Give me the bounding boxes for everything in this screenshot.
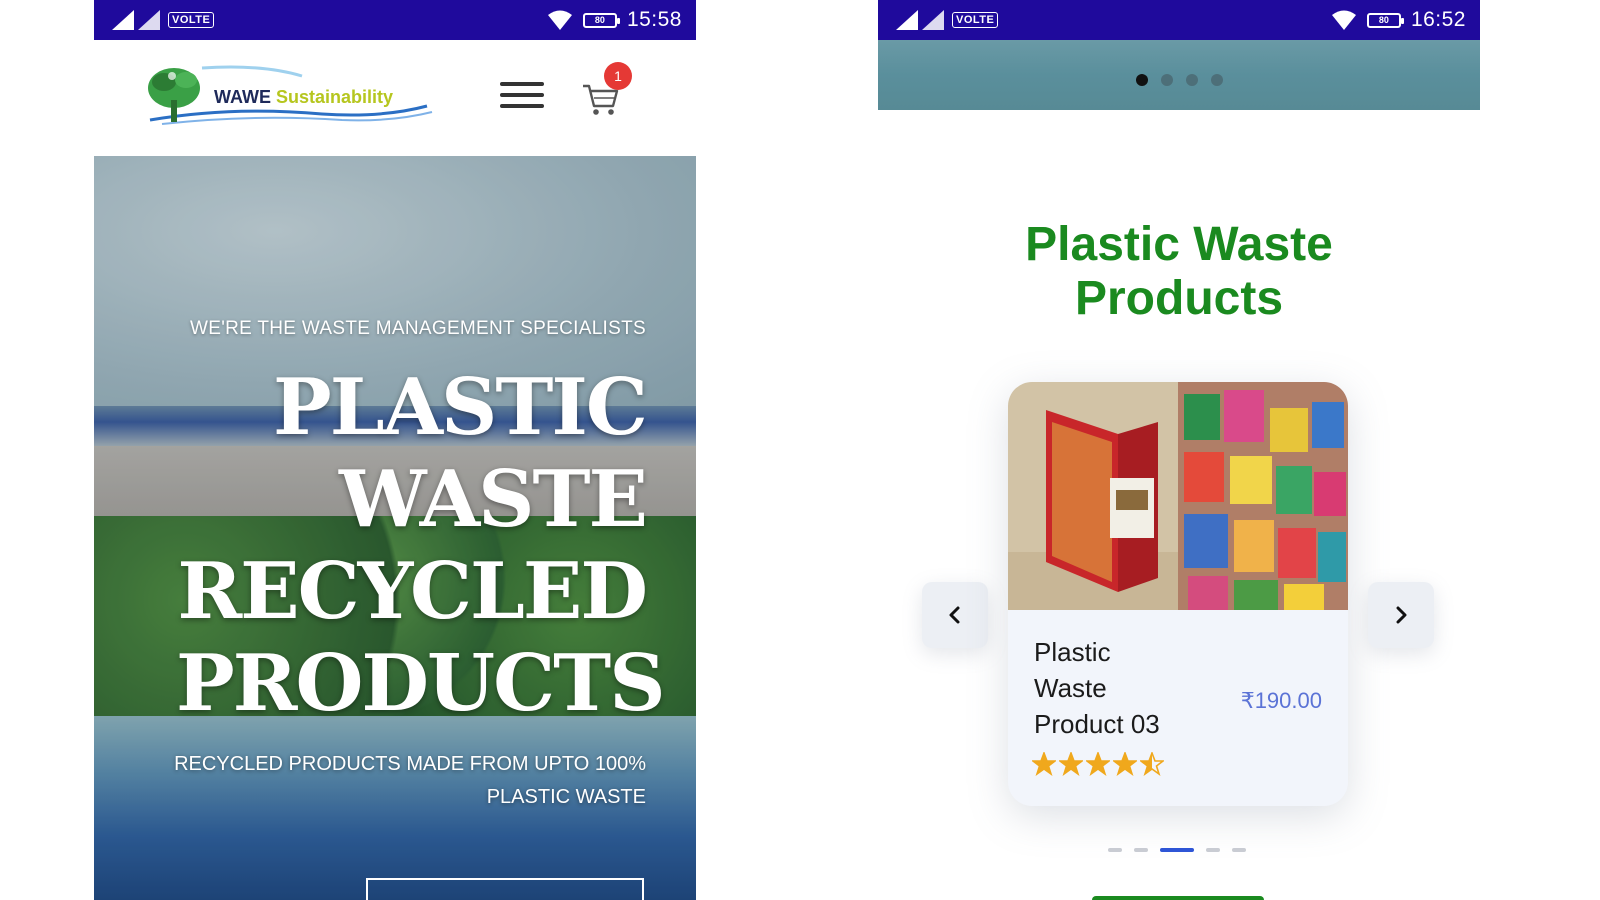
carousel-pagination: [1108, 848, 1246, 852]
product-name-line: Plastic: [1034, 637, 1111, 667]
menu-line: [500, 82, 544, 86]
signal-icon: [922, 10, 944, 30]
status-right: 80 16:52: [1331, 8, 1466, 32]
slider-dot[interactable]: [1161, 74, 1173, 86]
wifi-icon: [547, 10, 572, 30]
carousel-dot[interactable]: [1134, 848, 1148, 852]
cart-count-badge: 1: [604, 62, 632, 90]
carousel-dot[interactable]: [1108, 848, 1122, 852]
logo-text: WAWE Sustainability: [214, 87, 393, 108]
star-icon: [1032, 752, 1056, 776]
slider-dot[interactable]: [1186, 74, 1198, 86]
carousel-dot[interactable]: [1160, 848, 1194, 852]
volte-badge: VOLTE: [952, 12, 999, 28]
status-left: VOLTE: [896, 8, 999, 32]
chevron-right-icon: [1396, 606, 1407, 624]
slider-dots: [1136, 74, 1223, 86]
product-price: ₹190.00: [1240, 688, 1322, 713]
status-bar: VOLTE 80 16:52: [878, 0, 1480, 40]
logo-tagline-word: Sustainability: [276, 87, 394, 107]
product-name: Plastic Waste Product 03: [1034, 634, 1204, 742]
view-all-button[interactable]: [1092, 896, 1264, 900]
hero-banner: WE'RE THE WASTE MANAGEMENT SPECIALISTS P…: [94, 156, 696, 900]
carousel-dot[interactable]: [1232, 848, 1246, 852]
hero-title-line: PLASTIC: [273, 362, 648, 453]
battery-icon: 80: [1366, 12, 1404, 28]
hero-subtitle-line: RECYCLED PRODUCTS MADE FROM UPTO 100%: [174, 753, 646, 775]
carousel-prev-button[interactable]: [922, 582, 988, 648]
hero-title-line: PRODUCTS: [176, 638, 666, 729]
app-header: WAWE Sustainability 1: [94, 40, 696, 156]
chevron-left-icon: [949, 606, 960, 624]
slider-dot[interactable]: [1136, 74, 1148, 86]
signal-icon: [138, 10, 160, 30]
hero-cta-button[interactable]: [366, 878, 644, 900]
product-name-line: Product 03: [1034, 709, 1160, 739]
menu-line: [500, 104, 544, 108]
star-icon: [1140, 752, 1164, 776]
menu-icon[interactable]: [500, 82, 544, 114]
volte-badge: VOLTE: [168, 12, 215, 28]
battery-icon: 80: [582, 12, 620, 28]
section-title-line: Products: [1074, 272, 1284, 325]
hero-kicker: WE'RE THE WASTE MANAGEMENT SPECIALISTS: [190, 318, 646, 339]
star-icon: [1086, 752, 1110, 776]
product-card[interactable]: Plastic Waste Product 03 ₹190.00: [1008, 382, 1348, 806]
signal-icon: [896, 10, 918, 30]
slider-dot[interactable]: [1211, 74, 1223, 86]
status-left: VOLTE: [112, 8, 215, 32]
hero-title: PLASTIC WASTE RECYCLED PRODUCTS: [176, 362, 666, 730]
hero-slider[interactable]: [878, 40, 1480, 110]
section-title: Plastic Waste Products: [878, 218, 1480, 326]
star-icon: [1113, 752, 1137, 776]
status-right: 80 15:58: [547, 8, 682, 32]
section-title-line: Plastic Waste: [1025, 218, 1333, 271]
star-icon: [1059, 752, 1083, 776]
right-phone-screen: VOLTE 80 16:52 Plastic Waste Products Pl…: [878, 0, 1480, 900]
logo-brand-word: WAWE: [214, 87, 271, 107]
product-image: [1008, 382, 1348, 610]
hero-title-line: WASTE: [339, 454, 648, 545]
carousel-dot[interactable]: [1206, 848, 1220, 852]
brand-logo[interactable]: WAWE Sustainability: [142, 62, 442, 128]
hero-subtitle: RECYCLED PRODUCTS MADE FROM UPTO 100% PL…: [146, 748, 646, 814]
status-time: 15:58: [626, 8, 682, 31]
wifi-icon: [1331, 10, 1356, 30]
carousel-next-button[interactable]: [1368, 582, 1434, 648]
menu-line: [500, 93, 544, 97]
product-rating: [1032, 752, 1164, 776]
hero-subtitle-line: PLASTIC WASTE: [486, 786, 646, 808]
status-time: 16:52: [1410, 8, 1466, 31]
product-name-line: Waste: [1034, 673, 1107, 703]
hero-title-line: RECYCLED: [177, 546, 648, 637]
status-bar: VOLTE 80 15:58: [94, 0, 696, 40]
left-phone-screen: VOLTE 80 15:58 WAWE Sustainability 1 WE'…: [94, 0, 696, 900]
signal-icon: [112, 10, 134, 30]
